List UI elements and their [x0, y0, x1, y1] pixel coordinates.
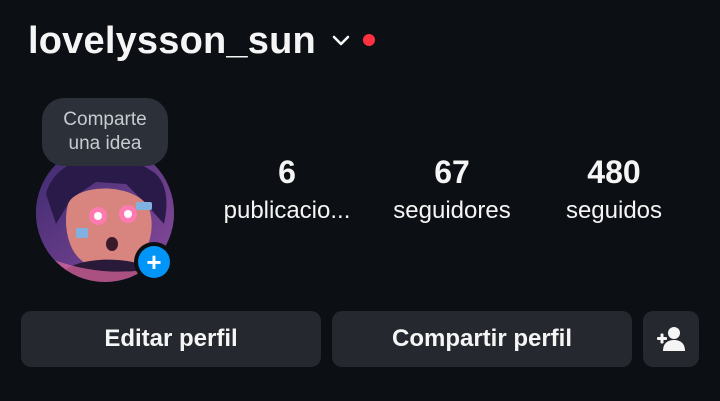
followers-label: seguidores — [393, 197, 511, 224]
posts-stat[interactable]: 6 publicacio... — [208, 152, 366, 226]
chevron-down-icon[interactable] — [330, 31, 352, 49]
followers-count: 67 — [434, 154, 470, 190]
profile-header: lovelysson_sun + Comparte una idea 6 pub… — [0, 0, 720, 401]
following-count: 480 — [587, 154, 641, 190]
following-label: seguidos — [565, 197, 663, 224]
add-person-icon — [657, 327, 685, 351]
following-stat[interactable]: 480 seguidos — [548, 152, 680, 226]
username[interactable]: lovelysson_sun — [28, 18, 316, 64]
edit-profile-button[interactable]: Editar perfil — [21, 311, 321, 367]
note-line-2: una idea — [68, 133, 142, 154]
discover-people-button[interactable] — [643, 311, 699, 367]
posts-label: publicacio... — [223, 197, 351, 224]
share-profile-button[interactable]: Compartir perfil — [332, 311, 632, 367]
note-bubble[interactable]: Comparte una idea — [42, 98, 168, 166]
posts-count: 6 — [278, 154, 296, 190]
plus-icon: + — [138, 246, 170, 278]
notification-dot — [363, 34, 375, 46]
note-line-1: Comparte — [63, 109, 147, 130]
add-story-button[interactable]: + — [134, 242, 174, 282]
followers-stat[interactable]: 67 seguidores — [378, 152, 526, 226]
